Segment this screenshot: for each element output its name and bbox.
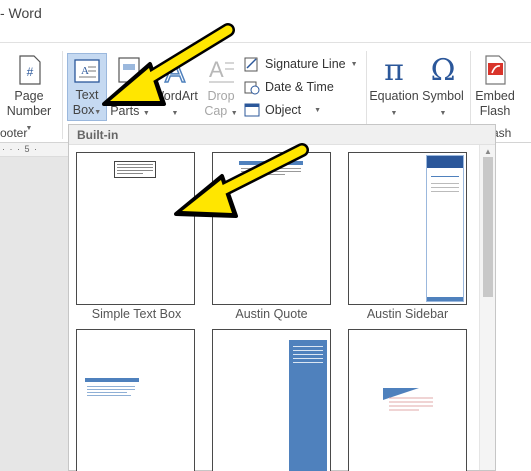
chevron-down-icon: ▼ xyxy=(230,110,238,117)
drop-cap-button[interactable]: A Drop Cap ▼ xyxy=(200,55,242,121)
gallery-item-facet-quote[interactable] xyxy=(348,329,467,471)
svg-text:#: # xyxy=(27,65,34,79)
group-separator xyxy=(62,51,63,139)
equation-button[interactable]: π Equation ▼ xyxy=(368,53,420,121)
svg-text:A: A xyxy=(165,56,185,85)
gallery-scrollbar[interactable]: ▲ xyxy=(479,145,495,470)
signature-line-button[interactable]: Signature Line ▼ xyxy=(244,54,358,74)
quick-parts-button[interactable]: Quick Parts ▼ xyxy=(109,55,151,121)
object-button[interactable]: Object ▼ xyxy=(244,100,321,120)
gallery-header: Built-in xyxy=(69,125,495,145)
chevron-down-icon: ▼ xyxy=(171,110,179,117)
gallery-section-title: Built-in xyxy=(77,128,119,142)
drop-cap-label-1: Drop xyxy=(207,89,235,103)
embed-flash-button[interactable]: Embed Flash xyxy=(472,55,518,119)
object-label: Object xyxy=(265,103,302,117)
symbol-button[interactable]: Ω Symbol ▼ xyxy=(420,53,466,121)
drop-cap-icon: A xyxy=(209,57,234,83)
thumb-facet-shape xyxy=(383,388,433,411)
thumb-blue-column xyxy=(289,340,327,471)
ruler-marks: · · · 5 · xyxy=(2,144,38,154)
chevron-down-icon: ▼ xyxy=(94,109,102,116)
scroll-up-icon[interactable]: ▲ xyxy=(484,147,492,156)
text-box-gallery: Built-in Simple Text Box Austin Quote Au… xyxy=(68,124,496,471)
gallery-item-label: Simple Text Box xyxy=(91,307,182,321)
embed-flash-label-2: Flash xyxy=(479,104,511,118)
date-time-label: Date & Time xyxy=(265,80,334,94)
page-number-button[interactable]: # Page Number ▼ xyxy=(4,55,54,136)
thumb-banded-bar xyxy=(85,378,139,382)
gallery-item-banded-quote[interactable] xyxy=(76,329,195,471)
scrollbar-thumb[interactable] xyxy=(483,157,493,297)
calendar-clock-icon xyxy=(244,81,260,95)
quick-parts-label-2: Parts xyxy=(110,104,140,118)
date-time-button[interactable]: Date & Time xyxy=(244,77,334,97)
gallery-item-label: Austin Quote xyxy=(235,307,308,321)
svg-text:A: A xyxy=(209,57,224,82)
page-number-label-1: Page xyxy=(14,89,44,103)
signature-line-icon xyxy=(244,57,258,72)
chevron-down-icon: ▼ xyxy=(390,110,398,117)
quick-parts-icon xyxy=(118,57,140,83)
equation-label: Equation xyxy=(369,89,419,103)
embed-flash-label-1: Embed xyxy=(475,89,515,103)
gallery-item-austin-sidebar[interactable] xyxy=(348,152,467,305)
text-box-label-1: Text xyxy=(75,88,99,102)
text-box-icon: A xyxy=(74,59,100,83)
wordart-icon: A xyxy=(164,55,186,85)
thumb-quote-bar xyxy=(239,161,303,165)
chevron-down-icon: ▼ xyxy=(314,106,322,114)
chevron-down-icon: ▼ xyxy=(439,110,447,117)
omega-icon: Ω xyxy=(430,53,456,88)
page-number-label-2: Number xyxy=(6,104,52,118)
quick-parts-label-1: Quick xyxy=(114,89,146,103)
page-number-icon: # xyxy=(19,55,41,85)
horizontal-ruler: · · · 5 · xyxy=(0,143,68,157)
gallery-item-simple-text-box[interactable] xyxy=(76,152,195,305)
object-icon xyxy=(244,103,260,117)
text-box-label-2: Box xyxy=(72,103,95,117)
gallery-item-label: Austin Sidebar xyxy=(366,307,449,321)
document-area xyxy=(0,157,68,471)
wordart-label: WordArt xyxy=(152,89,198,103)
footer-group-label: ooter xyxy=(0,126,28,140)
flash-icon xyxy=(485,55,506,85)
gallery-item-banded-sidebar[interactable] xyxy=(212,329,331,471)
chevron-down-icon: ▼ xyxy=(142,110,150,117)
signature-line-label: Signature Line xyxy=(265,57,346,71)
thumb-sidebar xyxy=(426,155,464,302)
drop-cap-label-2: Cap xyxy=(204,104,228,118)
thumb-text-box xyxy=(114,161,156,178)
gallery-item-austin-quote[interactable] xyxy=(212,152,331,305)
title-bar: - Word xyxy=(0,0,531,28)
symbol-label: Symbol xyxy=(422,89,464,103)
chevron-down-icon: ▼ xyxy=(350,60,358,68)
pi-icon: π xyxy=(384,53,404,88)
window-title: - Word xyxy=(0,5,42,21)
text-box-button[interactable]: A Text Box▼ xyxy=(67,53,107,121)
svg-text:A: A xyxy=(81,65,89,77)
wordart-button[interactable]: A WordArt ▼ xyxy=(150,55,200,121)
